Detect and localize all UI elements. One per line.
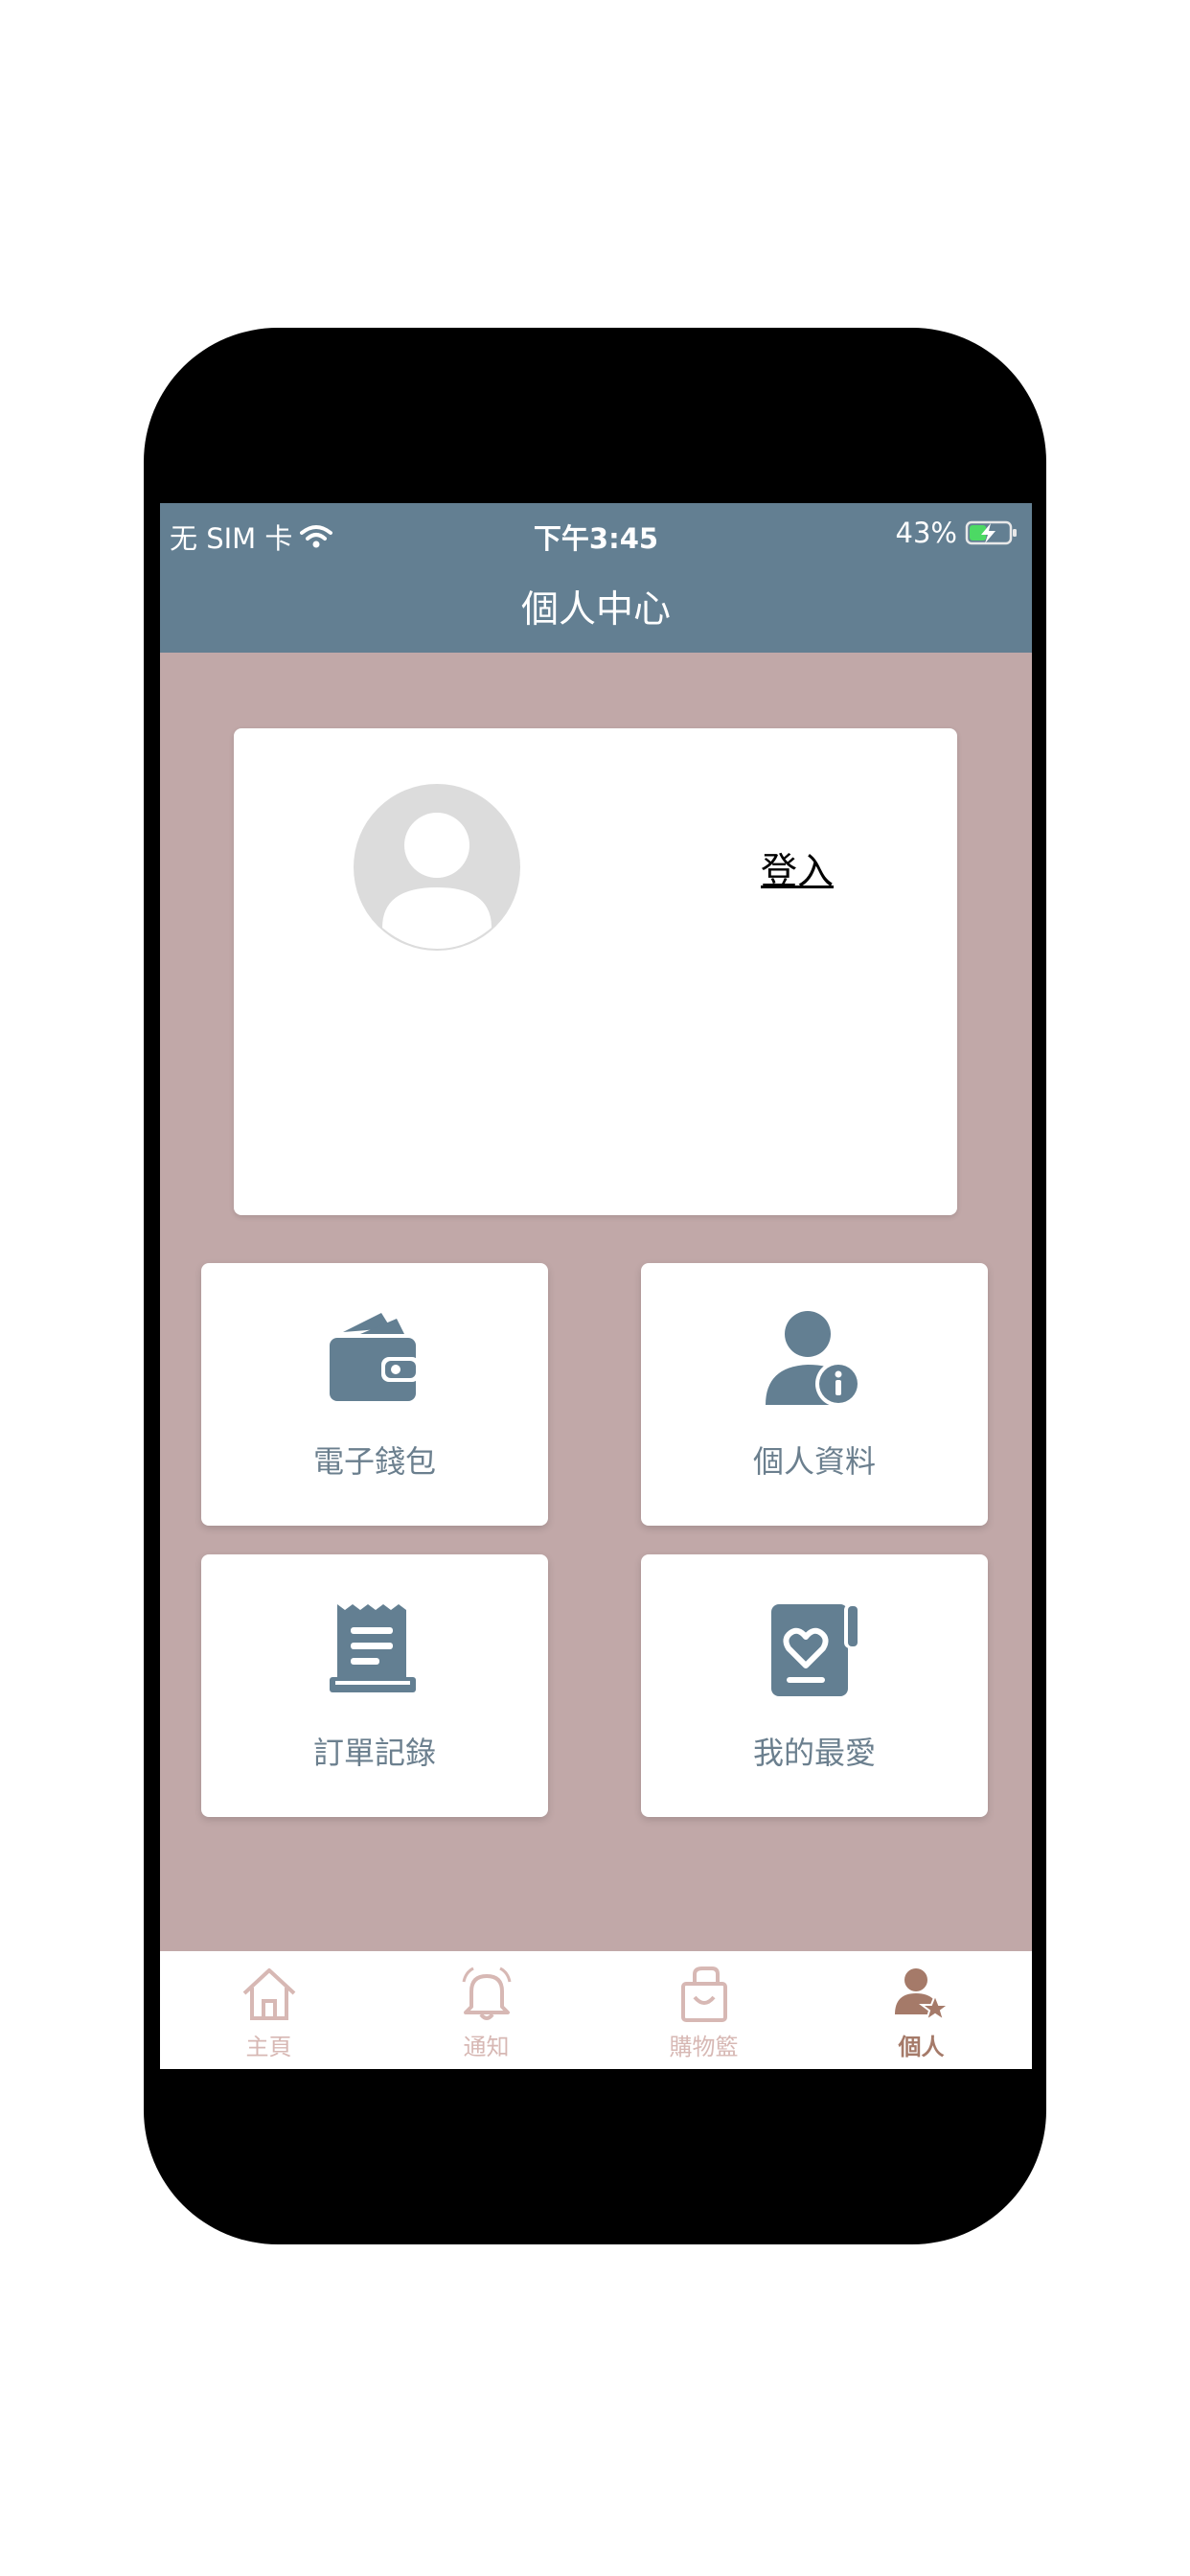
profile-card: 登入: [234, 728, 957, 1215]
page-title: 個人中心: [520, 588, 671, 632]
status-right: 43%: [896, 517, 1018, 549]
bell-icon: [462, 1966, 511, 2020]
tile-label: 我的最愛: [752, 1735, 876, 1771]
battery-charging-icon: [965, 520, 1017, 545]
user-star-icon: [894, 1968, 950, 2022]
tab-notifications[interactable]: 通知: [378, 1951, 595, 2069]
tile-profile-info[interactable]: 個人資料: [641, 1263, 988, 1526]
tile-label: 訂單記錄: [312, 1735, 436, 1771]
receipt-icon: [330, 1604, 416, 1692]
tile-label: 個人資料: [752, 1443, 876, 1480]
tab-home[interactable]: 主頁: [160, 1951, 378, 2069]
tab-bar: 主頁 通知 購物籃 個人: [160, 1951, 1032, 2069]
nav-bar: 個人中心: [160, 561, 1032, 653]
shopping-bag-icon: [680, 1966, 727, 2022]
login-link[interactable]: 登入: [761, 841, 834, 894]
app-screen: 无 SIM 卡 下午3:45 43% 個人中心 登入 電子錢包 個人資料 訂單記…: [160, 503, 1032, 2069]
tab-label: 個人: [898, 2034, 945, 2060]
tab-profile[interactable]: 個人: [812, 1951, 1030, 2069]
favorite-book-icon: [771, 1604, 859, 1696]
home-icon: [242, 1968, 295, 2020]
tab-label: 通知: [463, 2034, 510, 2060]
tile-wallet[interactable]: 電子錢包: [201, 1263, 548, 1526]
wallet-icon: [330, 1313, 420, 1401]
tile-order-history[interactable]: 訂單記錄: [201, 1554, 548, 1817]
tile-favorites[interactable]: 我的最愛: [641, 1554, 988, 1817]
status-bar: 无 SIM 卡 下午3:45 43%: [160, 503, 1032, 561]
tab-label: 購物籃: [669, 2034, 739, 2060]
default-avatar-icon[interactable]: [354, 784, 520, 951]
tab-label: 主頁: [245, 2034, 292, 2060]
battery-percent: 43%: [895, 517, 957, 549]
tile-label: 電子錢包: [312, 1443, 436, 1480]
tab-basket[interactable]: 購物籃: [595, 1951, 812, 2069]
user-info-icon: [766, 1311, 861, 1407]
